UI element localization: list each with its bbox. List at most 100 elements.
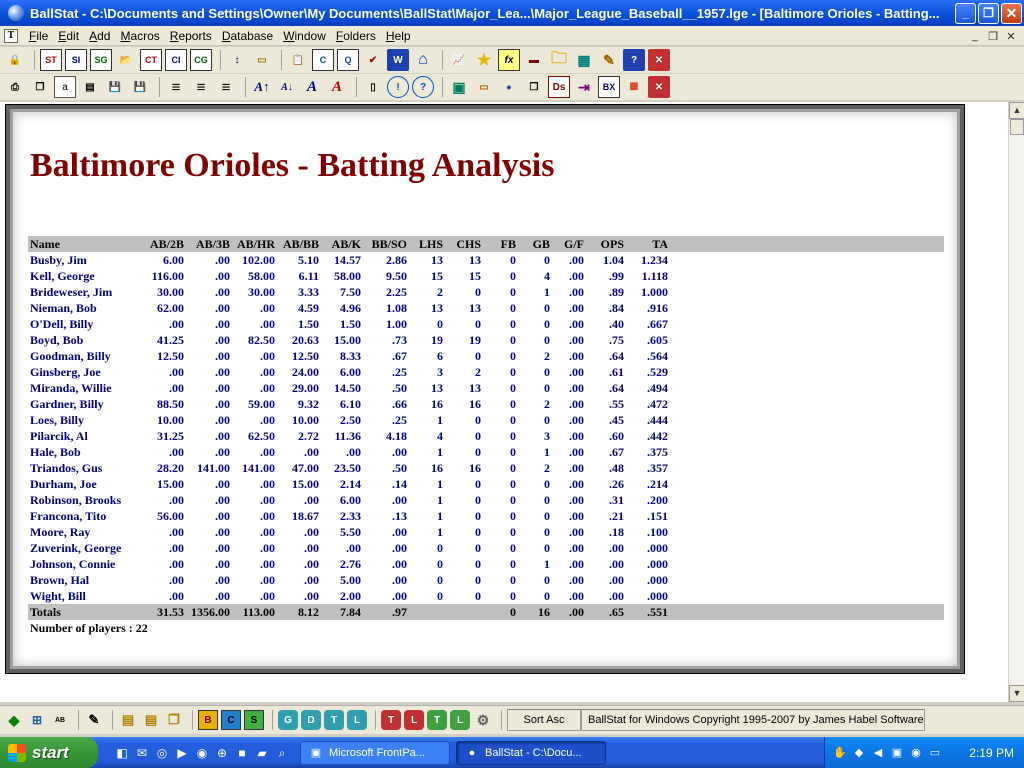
function-icon[interactable]: fx [498,49,520,71]
search-icon[interactable]: ⌕ [274,745,290,761]
chart-icon[interactable]: 📈 [448,49,470,71]
menu-add[interactable]: Add [84,29,115,43]
close-button[interactable]: ✕ [1001,2,1022,24]
paste-icon[interactable]: ▤ [141,710,161,730]
diamond-icon[interactable]: ◆ [4,710,24,730]
copy-pages-icon[interactable]: ❐ [523,76,545,98]
dot-icon[interactable]: ● [498,76,520,98]
home-icon[interactable]: ⌂ [412,49,434,71]
help-icon[interactable]: ? [623,49,645,71]
word-icon[interactable]: W [387,49,409,71]
l-green-button[interactable]: L [450,710,470,730]
menu-help[interactable]: Help [381,29,416,43]
explorer-icon[interactable]: ◧ [114,745,130,761]
s-button[interactable]: S [244,710,264,730]
mdi-document-icon[interactable]: T [4,28,18,43]
font-smaller-icon[interactable]: A↓ [276,76,298,98]
scroll-down-arrow-icon[interactable]: ▼ [1009,685,1024,702]
network-status-icon[interactable]: ▣ [890,746,904,760]
title-bar[interactable]: BallStat - C:\Documents and Settings\Own… [0,0,1024,26]
ci-button[interactable]: CI [165,49,187,71]
g-button[interactable]: G [278,710,298,730]
ds-button[interactable]: Ds [548,76,570,98]
t-red-button[interactable]: T [381,710,401,730]
maximize-button[interactable]: ❐ [978,2,999,24]
print-icon[interactable]: ⎙ [4,76,26,98]
gear-icon[interactable]: ⚙ [473,710,493,730]
align-left-icon[interactable]: ≡ [165,76,187,98]
st-button[interactable]: ST [40,49,62,71]
copy-doc-icon[interactable]: ❐ [164,710,184,730]
minimize-button[interactable]: _ [955,2,976,24]
browser-icon[interactable]: ◎ [154,745,170,761]
start-button[interactable]: start [0,737,98,768]
scrollbar-thumb[interactable] [1010,119,1024,135]
align-center-icon[interactable]: ≡ [190,76,212,98]
menu-window[interactable]: Window [278,29,331,43]
mdi-restore-button[interactable]: ❐ [984,30,1002,43]
red-box-icon[interactable]: ■ [623,76,645,98]
folder-icon[interactable]: 🗀 [548,49,570,71]
l-button[interactable]: L [347,710,367,730]
c-button[interactable]: C [312,49,334,71]
font-larger-icon[interactable]: A↑ [251,76,273,98]
query-bubble-icon[interactable]: ? [412,76,434,98]
c-button[interactable]: C [221,710,241,730]
close-icon[interactable]: ✕ [648,49,670,71]
align-right-icon[interactable]: ≡ [215,76,237,98]
clipboard-icon[interactable]: ▤ [118,710,138,730]
page-icon[interactable]: ▤ [79,76,101,98]
blank-page-icon[interactable]: ▯ [362,76,384,98]
ab-sort-icon[interactable]: AB [50,710,70,730]
ruler-icon[interactable]: ▭ [251,49,273,71]
sort-az-icon[interactable]: ↕ [226,49,248,71]
bx-button[interactable]: BX [598,76,620,98]
font-color-icon[interactable]: A [326,76,348,98]
pen-icon[interactable]: ✎ [598,49,620,71]
line-icon[interactable]: ▭ [473,76,495,98]
menu-reports[interactable]: Reports [165,29,217,43]
folder-icon[interactable]: 📂 [115,49,137,71]
globe-icon[interactable]: ⊕ [214,745,230,761]
monitor-icon[interactable]: ▭ [928,746,942,760]
menu-database[interactable]: Database [217,29,278,43]
lock-icon[interactable]: 🔒 [4,49,26,71]
speaker-icon[interactable]: ◀ [871,746,885,760]
taskbar-clock[interactable]: 2:19 PM [969,746,1014,760]
mdi-close-button[interactable]: ✕ [1002,30,1020,43]
save-as-icon[interactable]: 💾 [129,76,151,98]
book-icon[interactable]: ▬ [523,49,545,71]
export-icon[interactable]: ⇥ [573,76,595,98]
font-icon[interactable]: A [301,76,323,98]
report-icon[interactable]: 📋 [287,49,309,71]
l-red-button[interactable]: L [404,710,424,730]
sort-order-panel[interactable]: Sort Asc [507,709,581,731]
tray-app-icon[interactable]: ◆ [852,746,866,760]
t-button[interactable]: T [324,710,344,730]
taskbar-button-ballstat[interactable]: ● BallStat - C:\Docu... [456,740,606,765]
menu-file[interactable]: File [24,29,53,43]
folder-icon[interactable]: ▰ [254,745,270,761]
ct-button[interactable]: CT [140,49,162,71]
d-button[interactable]: D [301,710,321,730]
document-icon[interactable]: a [54,76,76,98]
app-icon[interactable]: ■ [234,745,250,761]
copy-icon[interactable]: ❐ [29,76,51,98]
media-icon[interactable]: ▶ [174,745,190,761]
email-icon[interactable]: ✉ [134,745,150,761]
security-icon[interactable]: ◉ [909,746,923,760]
t-green-button[interactable]: T [427,710,447,730]
save-icon[interactable]: 💾 [104,76,126,98]
grid-icon[interactable]: ▦ [573,49,595,71]
network-icon[interactable]: ◉ [194,745,210,761]
mdi-minimize-button[interactable]: _ [966,30,984,42]
ballstat-app-icon[interactable] [8,5,24,21]
scroll-up-arrow-icon[interactable]: ▲ [1009,102,1024,119]
report-workspace[interactable]: Baltimore Orioles - Batting Analysis Nam… [0,102,1008,702]
sg-button[interactable]: SG [90,49,112,71]
hand-icon[interactable]: ✋ [833,746,847,760]
info-bubble-icon[interactable]: ! [387,76,409,98]
image-icon[interactable]: ▣ [448,76,470,98]
menu-edit[interactable]: Edit [53,29,84,43]
tree-icon[interactable]: ⊞ [27,710,47,730]
